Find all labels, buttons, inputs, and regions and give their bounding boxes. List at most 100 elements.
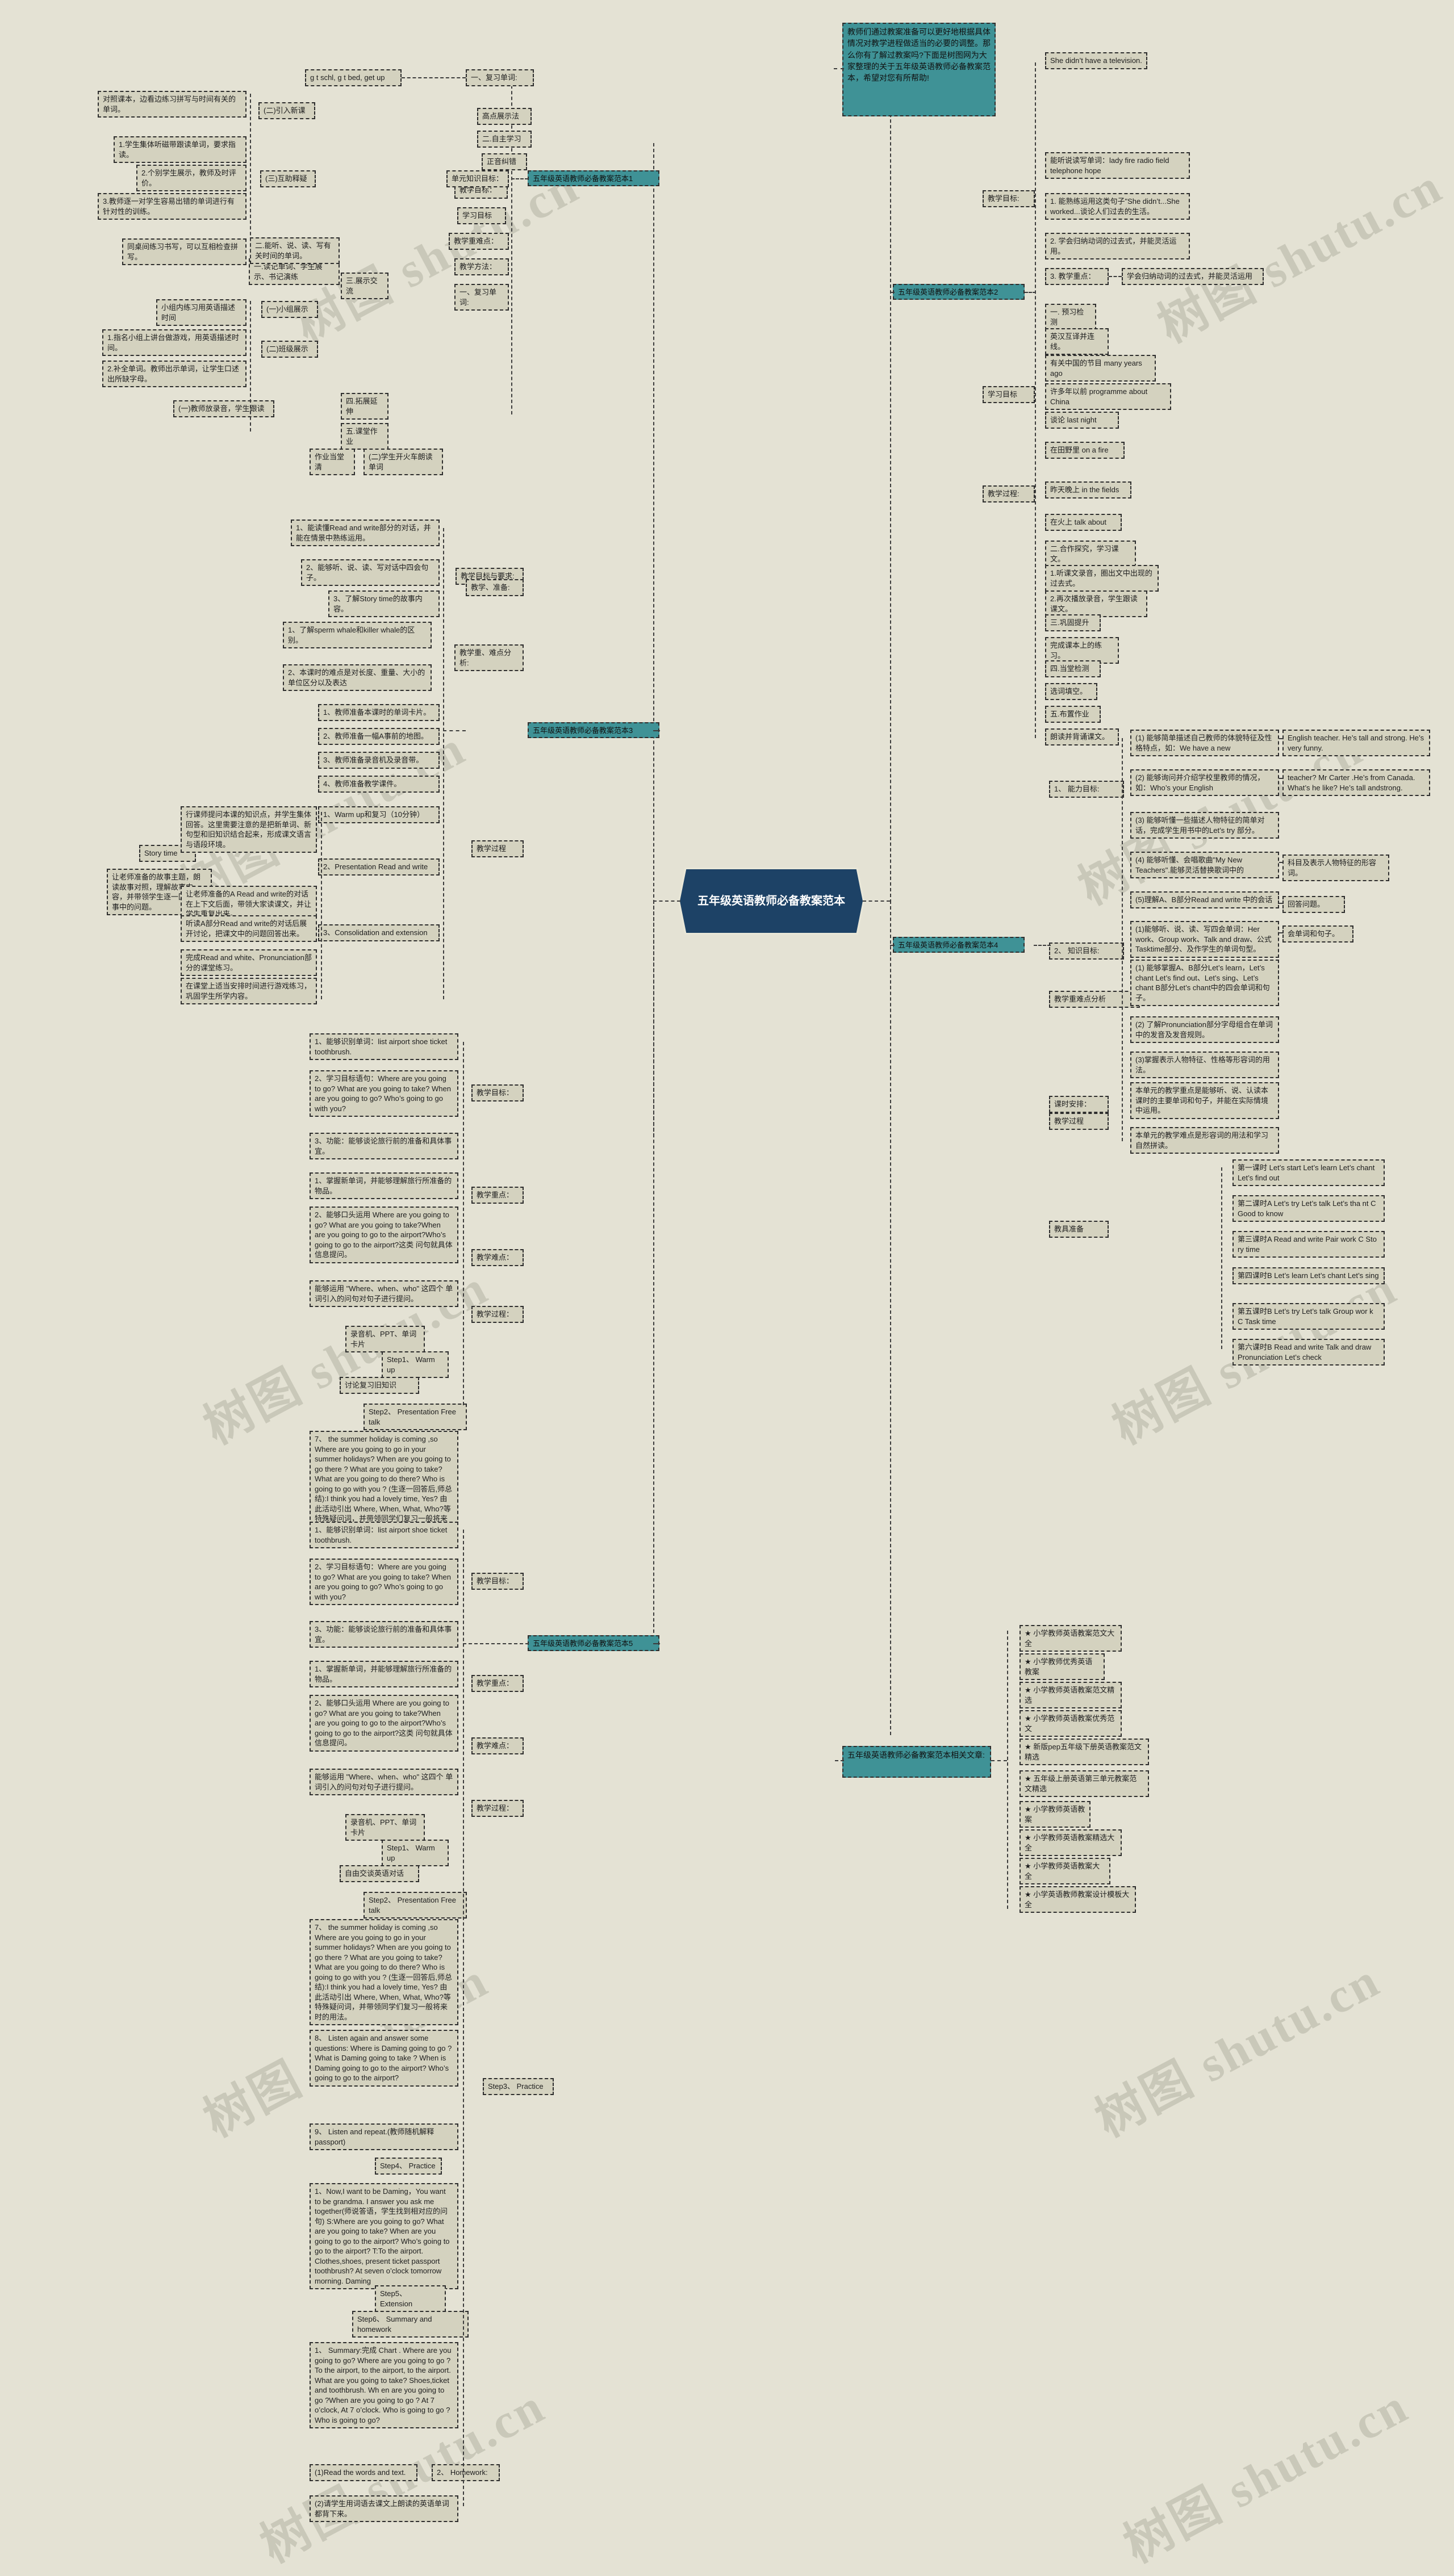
node-b5-process-a[interactable]: 教学过程： xyxy=(471,1306,524,1323)
node-b1-process[interactable]: 一、复习单词: xyxy=(454,284,509,311)
node-b1-listen-write[interactable]: 二.能听、说、读、写有关时间的单词。 xyxy=(250,237,340,265)
node-b5-process-b[interactable]: 教学过程： xyxy=(471,1800,524,1817)
node-b4-l1[interactable]: 第一课时 Let’s start Let’s learn Let’s chant… xyxy=(1232,1159,1385,1187)
node-b2-p4[interactable]: 许多年以前 programme about China xyxy=(1045,383,1171,411)
node-b4-l4[interactable]: 第四课时B Let’s learn Let’s chant Let’s sing xyxy=(1232,1267,1385,1284)
node-b5-step1b[interactable]: Step1、 Warm up xyxy=(382,1840,449,1867)
node-b4-a5-det[interactable]: 回答问题。 xyxy=(1282,896,1345,913)
node-b2-p9[interactable]: 二.合作探究，学习课文。 xyxy=(1045,541,1136,568)
node-b4-knowledge[interactable]: 2、 知识目标: xyxy=(1049,943,1124,960)
related-article-item[interactable]: ★ 小学教师英语教案 xyxy=(1020,1801,1090,1828)
node-b2-title[interactable]: She didn’t have a television. xyxy=(1045,52,1147,69)
node-b5-d2b[interactable]: 2、学习目标语句：Where are you going to go? What… xyxy=(310,1559,458,1606)
node-b3-pr2[interactable]: 2、教师准备一幅A事前的地图。 xyxy=(318,728,440,745)
node-b1-study-goal[interactable]: 学习目标 xyxy=(457,207,506,224)
node-b4-process[interactable]: 教学过程 xyxy=(1049,1113,1109,1130)
root-node[interactable]: 五年级英语教师必备教案范本 xyxy=(680,869,863,933)
node-b1-key-difficult[interactable]: 教学重难点： xyxy=(449,233,509,250)
node-b5-d1b[interactable]: 1、能够识别单词：list airport shoe ticket toothb… xyxy=(310,1522,458,1549)
node-b2-g3-detail[interactable]: 学会归纳动词的过去式，并能灵活运用 xyxy=(1122,268,1264,285)
node-b4-a2-det[interactable]: teacher? Mr Carter .He’s from Canada. Wh… xyxy=(1282,769,1430,797)
related-article-item[interactable]: ★ 小学教师英语教案大全 xyxy=(1020,1858,1110,1885)
node-b5-d1[interactable]: 1、能够识别单词：list airport shoe ticket toothb… xyxy=(310,1033,458,1061)
node-b5-d5b[interactable]: 2、能够口头运用 Where are you going to go? What… xyxy=(310,1695,458,1752)
node-b5-d6[interactable]: 能够运用 "Where、when、who" 这四个 单词引入的问句对句子进行提问… xyxy=(310,1280,458,1308)
node-b4-d1[interactable]: 本单元的教学重点是能够听、说、认读本课时的主要单词和句子，并能在实际情境中运用。 xyxy=(1130,1082,1279,1119)
node-b2-p12[interactable]: 三.巩固提升 xyxy=(1045,614,1101,631)
node-b3-t5[interactable]: 完成Read and white、Pronunciation部分的课堂练习。 xyxy=(181,949,317,977)
node-b5-d10[interactable]: 8、 Listen again and answer some question… xyxy=(310,2030,458,2087)
node-b5-d12[interactable]: 1、Now,I want to be Daming，You want to be… xyxy=(310,2183,458,2290)
related-article-item[interactable]: ★ 小学教师英语教案优秀范文 xyxy=(1020,1710,1122,1737)
node-b4-a2[interactable]: (2) 能够询问并介绍学校里教师的情况，如：Who’s your English xyxy=(1130,769,1279,797)
node-b1-method[interactable]: 教学方法： xyxy=(454,258,509,275)
node-b1-detail-6[interactable]: 小组内练习用英语描述时间 xyxy=(156,299,246,326)
node-b2-p8[interactable]: 在火上 talk about xyxy=(1045,514,1122,531)
node-b1-detail-3[interactable]: 2.个别学生展示，教师及时评价。 xyxy=(136,165,246,192)
node-b5-d15[interactable]: 2、 Homework: xyxy=(432,2464,500,2481)
node-b3-s2[interactable]: 2、Presentation Read and write xyxy=(318,858,440,876)
node-b2-process[interactable]: 教学过程: xyxy=(983,485,1035,502)
node-b3-t6[interactable]: 在课堂上适当安排时间进行游戏练习，巩固学生所学内容。 xyxy=(181,978,317,1005)
node-b5-focus-a[interactable]: 教学重点： xyxy=(471,1187,524,1204)
node-b5-step1[interactable]: Step1、 Warm up xyxy=(382,1351,449,1379)
node-b4-l2[interactable]: 第二课时A Let’s try Let’s talk Let’s tha nt … xyxy=(1232,1195,1385,1222)
node-b5-d3b[interactable]: 3、功能：能够谈论旅行前的准备和具体事宜。 xyxy=(310,1621,458,1648)
node-b1-detail-2[interactable]: 1.学生集体听磁带跟读单词，要求指读。 xyxy=(114,136,246,164)
node-b5-d2[interactable]: 2、学习目标语句：Where are you going to go? What… xyxy=(310,1070,458,1117)
node-b2-p5[interactable]: 谈论 last night xyxy=(1045,412,1119,429)
node-b5-d7b[interactable]: 录音机、PPT、单词卡片 xyxy=(345,1814,425,1841)
related-article-item[interactable]: ★ 小学教师英语教案范文精选 xyxy=(1020,1682,1122,1709)
node-b4-teachingaids[interactable]: 教具准备 xyxy=(1049,1221,1109,1238)
node-b2-words[interactable]: 能听说读写单词：lady fire radio field telephone … xyxy=(1045,152,1190,179)
node-b5-step2[interactable]: Step2、 Presentation Free talk xyxy=(364,1404,467,1431)
node-b3-pr4[interactable]: 4、教师准备教学课件。 xyxy=(318,776,440,793)
node-b5-d4b[interactable]: 1、掌握新单词，并能够理解旅行所准备的物品。 xyxy=(310,1661,458,1688)
node-b1-detail-5[interactable]: 同桌间练习书写，可以互相检查拼写。 xyxy=(122,238,246,266)
node-b5-difficult-b[interactable]: 教学难点： xyxy=(471,1737,524,1754)
related-article-item[interactable]: ★ 小学教师优秀英语教案 xyxy=(1020,1653,1105,1681)
node-b5-d5[interactable]: 2、能够口头运用 Where are you going to go? What… xyxy=(310,1207,458,1263)
node-b3-g3[interactable]: 3、了解Story time的故事内容。 xyxy=(328,590,440,618)
node-b5-d8b[interactable]: 自由交谈英语对话 xyxy=(340,1865,419,1882)
node-b1-self-study[interactable]: 高点展示法 xyxy=(477,108,532,125)
node-b1-hw-clear[interactable]: 作业当堂清 xyxy=(310,449,355,476)
node-b5-focus-b[interactable]: 教学重点： xyxy=(471,1675,524,1692)
node-b4-ability[interactable]: 1、 能力目标: xyxy=(1049,781,1124,798)
node-b3-t1[interactable]: 行课师提问本课的知识点，并学生集体回答。这里需要注意的是把新单词、新句型和旧知识… xyxy=(181,806,317,853)
node-b3-s1[interactable]: 1、Warm up和复习（10分钟） xyxy=(318,806,440,823)
node-b4-l5[interactable]: 第五课时B Let’s try Let’s talk Group wor k C… xyxy=(1232,1303,1385,1330)
node-b1-autonomy[interactable]: 二.自主学习 xyxy=(477,131,532,148)
node-b4-a1-det[interactable]: English teacher. He’s tall and strong. H… xyxy=(1282,730,1430,757)
branch-1[interactable]: 五年级英语教师必备教案范本1 xyxy=(528,170,659,186)
node-b4-d2[interactable]: 本单元的教学难点是形容词的用法和学习自然拼读。 xyxy=(1130,1127,1279,1154)
node-b1-train-read[interactable]: (二)学生开火车朗读单词 xyxy=(364,449,443,476)
node-b4-l6[interactable]: 第六课时B Read and write Talk and draw Pronu… xyxy=(1232,1339,1385,1366)
node-b4-k3[interactable]: (2) 了解Pronunciation部分字母组合在单词中的发音及发音规则。 xyxy=(1130,1016,1279,1044)
node-b2-p10[interactable]: 1.听课文录音，圈出文中出现的过去式。 xyxy=(1045,565,1159,592)
node-b2-p16[interactable]: 五.布置作业 xyxy=(1045,706,1101,723)
node-b5-step4[interactable]: Step4、 Practice xyxy=(375,2158,442,2175)
node-b1-correction[interactable]: 正音纠错 xyxy=(482,153,527,170)
node-b4-lessons[interactable]: 课时安排： xyxy=(1049,1096,1109,1113)
node-b1-detail-7[interactable]: 1.指名小组上讲台做游戏，用英语描述时间。 xyxy=(102,329,246,357)
node-b4-k4[interactable]: (3)掌握表示人物特征、性格等形容词的用法。 xyxy=(1130,1052,1279,1079)
node-b1-detail-4[interactable]: 3.教师逐一对学生容易出错的单词进行有针对性的训练。 xyxy=(98,193,246,220)
node-b2-p11[interactable]: 2.再次播放录音，学生跟读课文。 xyxy=(1045,590,1147,618)
node-b2-p6[interactable]: 在田野里 on a fire xyxy=(1045,442,1125,459)
node-b2-p1[interactable]: 一. 预习检测 xyxy=(1045,304,1096,331)
node-b3-difficulty[interactable]: 教学重、难点分析: xyxy=(454,644,524,672)
node-b3-d1[interactable]: 1、了解sperm whale和killer whale的区别。 xyxy=(283,622,432,649)
related-article-item[interactable]: ★ 新版pep五年级下册英语教案范文精选 xyxy=(1020,1739,1149,1766)
node-b2-p17[interactable]: 朗读并背诵课文。 xyxy=(1045,728,1119,745)
node-b2-p15[interactable]: 选词填空。 xyxy=(1045,683,1097,700)
node-b1-detail-8[interactable]: 2.补全单词。教师出示单词，让学生口述出所缺字母。 xyxy=(102,361,246,388)
node-b3-pr3[interactable]: 3、教师准备录音机及录音带。 xyxy=(318,752,440,769)
node-b2-p14[interactable]: 四.当堂检测 xyxy=(1045,660,1101,677)
node-b1-review-words[interactable]: 一、复习单词: xyxy=(466,69,534,86)
node-b5-d3[interactable]: 3、功能：能够谈论旅行前的准备和具体事宜。 xyxy=(310,1133,458,1160)
node-b5-goal-b[interactable]: 教学目标： xyxy=(471,1573,524,1590)
node-b3-process[interactable]: 教学过程 xyxy=(471,840,524,857)
node-b5-d4[interactable]: 1、掌握新单词，并能够理解旅行所准备的物品。 xyxy=(310,1172,458,1200)
node-b2-g2[interactable]: 2. 学会归纳动词的过去式，并能灵活运用。 xyxy=(1045,233,1190,260)
